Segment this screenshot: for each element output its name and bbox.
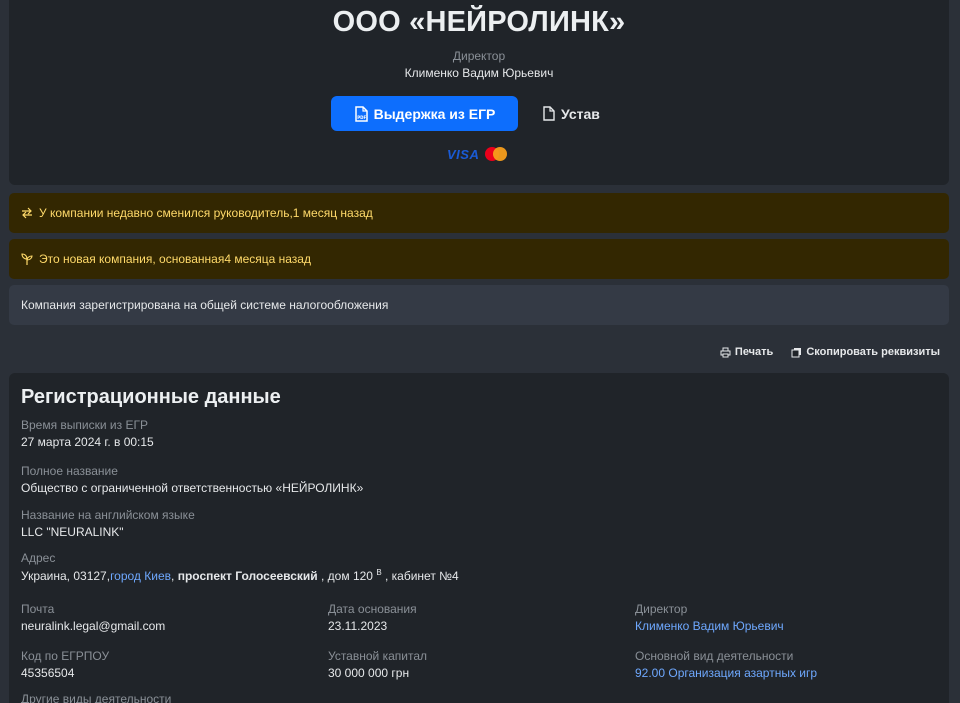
capital-value: 30 000 000 грн [328, 666, 410, 680]
main-activity-link[interactable]: 92.00 Организация азартных игр [635, 666, 817, 680]
edrpou-label: Код по ЕГРПОУ [21, 649, 110, 663]
copy-details-label: Скопировать реквизиты [806, 346, 940, 358]
founded-label: Дата основания [328, 602, 417, 616]
director-link[interactable]: Клименко Вадим Юрьевич [635, 619, 784, 633]
founded-value: 23.11.2023 [328, 619, 388, 633]
full-name-value: Общество с ограниченной ответственностью… [21, 481, 364, 495]
new-company-alert: Это новая компания, основанная4 месяца н… [9, 239, 949, 279]
director-role-label: Директор [452, 49, 506, 63]
printer-icon [720, 347, 731, 358]
sprout-icon [21, 253, 33, 265]
svg-text:PDF: PDF [357, 115, 366, 120]
email-label: Почта [21, 602, 55, 616]
new-company-text: Это новая компания, основанная4 месяца н… [39, 252, 311, 266]
company-header-card: ООО «НЕЙРОЛИНК» Директор Клименко Вадим … [9, 0, 949, 185]
english-name-label: Название на английском языке [21, 508, 195, 522]
pdf-file-icon: PDF [354, 105, 368, 122]
english-name-value: LLC "NEURALINK" [21, 525, 124, 539]
actions-bar: Печать Скопировать реквизиты [720, 343, 940, 361]
egr-extract-label: Выдержка из ЕГР [373, 105, 496, 122]
address-label: Адрес [21, 551, 56, 565]
main-activity-label: Основной вид деятельности [635, 649, 794, 663]
swap-arrows-icon [21, 207, 33, 219]
company-name: ООО «НЕЙРОЛИНК» [332, 6, 626, 38]
extract-time-label: Время выписки из ЕГР [21, 418, 148, 432]
address-prefix: Украина, 03127, [21, 569, 111, 583]
address-value: Украина, 03127,город Киев, проспект Голо… [21, 568, 459, 583]
tax-system-text: Компания зарегистрирована на общей систе… [21, 298, 389, 312]
visa-logo: VISA [447, 146, 480, 162]
address-street: проспект Голосеевский [177, 569, 318, 583]
address-office: , кабинет №4 [385, 569, 459, 583]
director-name: Клименко Вадим Юрьевич [404, 66, 554, 80]
address-separator: , [171, 569, 175, 583]
mastercard-logo [483, 146, 509, 162]
director-changed-alert: У компании недавно сменился руководитель… [9, 193, 949, 233]
edrpou-value: 45356504 [21, 666, 75, 680]
extract-time-value: 27 марта 2024 г. в 00:15 [21, 435, 154, 449]
registration-data-card: Регистрационные данные Время выписки из … [9, 373, 949, 703]
address-house: , дом 120 [321, 569, 373, 583]
full-name-label: Полное название [21, 464, 118, 478]
address-house-sup: В [376, 568, 382, 577]
address-city-link[interactable]: город Киев [110, 569, 171, 583]
egr-extract-button[interactable]: PDF Выдержка из ЕГР [331, 96, 518, 131]
print-label: Печать [734, 346, 774, 358]
file-icon [543, 106, 555, 121]
director-changed-text: У компании недавно сменился руководитель… [39, 206, 373, 220]
other-activities-label: Другие виды деятельности [21, 692, 172, 703]
tax-system-alert: Компания зарегистрирована на общей систе… [9, 285, 949, 325]
director-label: Директор [635, 602, 688, 616]
registration-title: Регистрационные данные [21, 386, 281, 408]
copy-details-button[interactable]: Скопировать реквизиты [791, 343, 940, 361]
payment-logos: VISA [447, 145, 509, 163]
charter-button[interactable]: Устав [543, 96, 613, 131]
charter-label: Устав [561, 105, 600, 122]
print-button[interactable]: Печать [720, 343, 773, 361]
capital-label: Уставной капитал [328, 649, 427, 663]
email-value: neuralink.legal@gmail.com [21, 619, 166, 633]
copy-icon [791, 347, 802, 358]
